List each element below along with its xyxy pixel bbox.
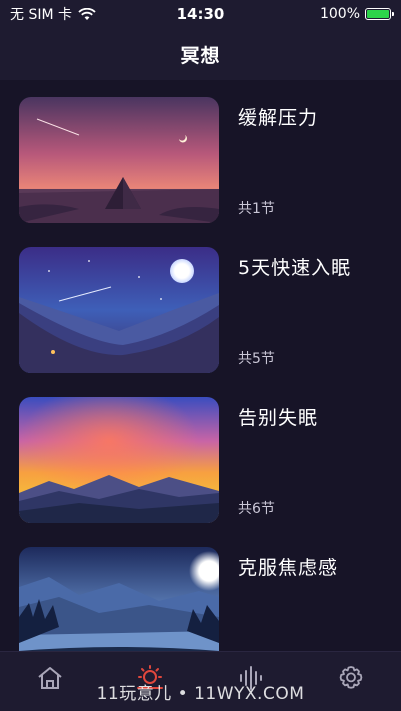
course-thumbnail[interactable] xyxy=(19,97,219,223)
sunset-pyramid-image xyxy=(19,97,219,223)
battery-fill xyxy=(367,10,389,18)
lake-forest-image xyxy=(19,547,219,651)
page-title: 冥想 xyxy=(180,44,221,67)
meditation-list[interactable]: 缓解压力 共1节 5天快速入眠 共5节 告别失眠 共6节 克服焦虑感 xyxy=(0,80,401,651)
course-thumbnail[interactable] xyxy=(19,547,219,651)
course-thumbnail[interactable] xyxy=(19,397,219,523)
battery-percent: 100% xyxy=(319,6,360,22)
list-item[interactable]: 克服焦虑感 共 xyxy=(0,547,401,651)
status-left: 无 SIM 卡 xyxy=(10,4,96,24)
course-title: 5天快速入眠 xyxy=(238,257,352,279)
course-title: 克服焦虑感 xyxy=(238,557,339,579)
course-thumbnail[interactable] xyxy=(19,247,219,373)
status-bar: 无 SIM 卡 14:30 100% xyxy=(0,0,401,28)
lesson-count: 共1节 xyxy=(238,201,275,217)
battery-icon xyxy=(365,8,394,20)
list-item[interactable]: 5天快速入眠 共5节 xyxy=(0,247,401,373)
watermark: 11玩意儿 • 11WYX.COM xyxy=(96,684,305,704)
lesson-count: 共5节 xyxy=(238,351,275,367)
night-valley-image xyxy=(19,247,219,373)
course-title: 告别失眠 xyxy=(238,407,319,429)
list-item[interactable]: 缓解压力 共1节 xyxy=(0,97,401,223)
status-right: 100% xyxy=(319,6,394,22)
aurora-mountains-image xyxy=(19,397,219,523)
lesson-count: 共6节 xyxy=(238,501,275,517)
carrier-label: 无 SIM 卡 xyxy=(10,7,72,23)
wifi-icon xyxy=(78,7,96,20)
course-title: 缓解压力 xyxy=(238,107,319,129)
nav-bar: 冥想 xyxy=(0,28,401,80)
list-item[interactable]: 告别失眠 共6节 xyxy=(0,397,401,523)
